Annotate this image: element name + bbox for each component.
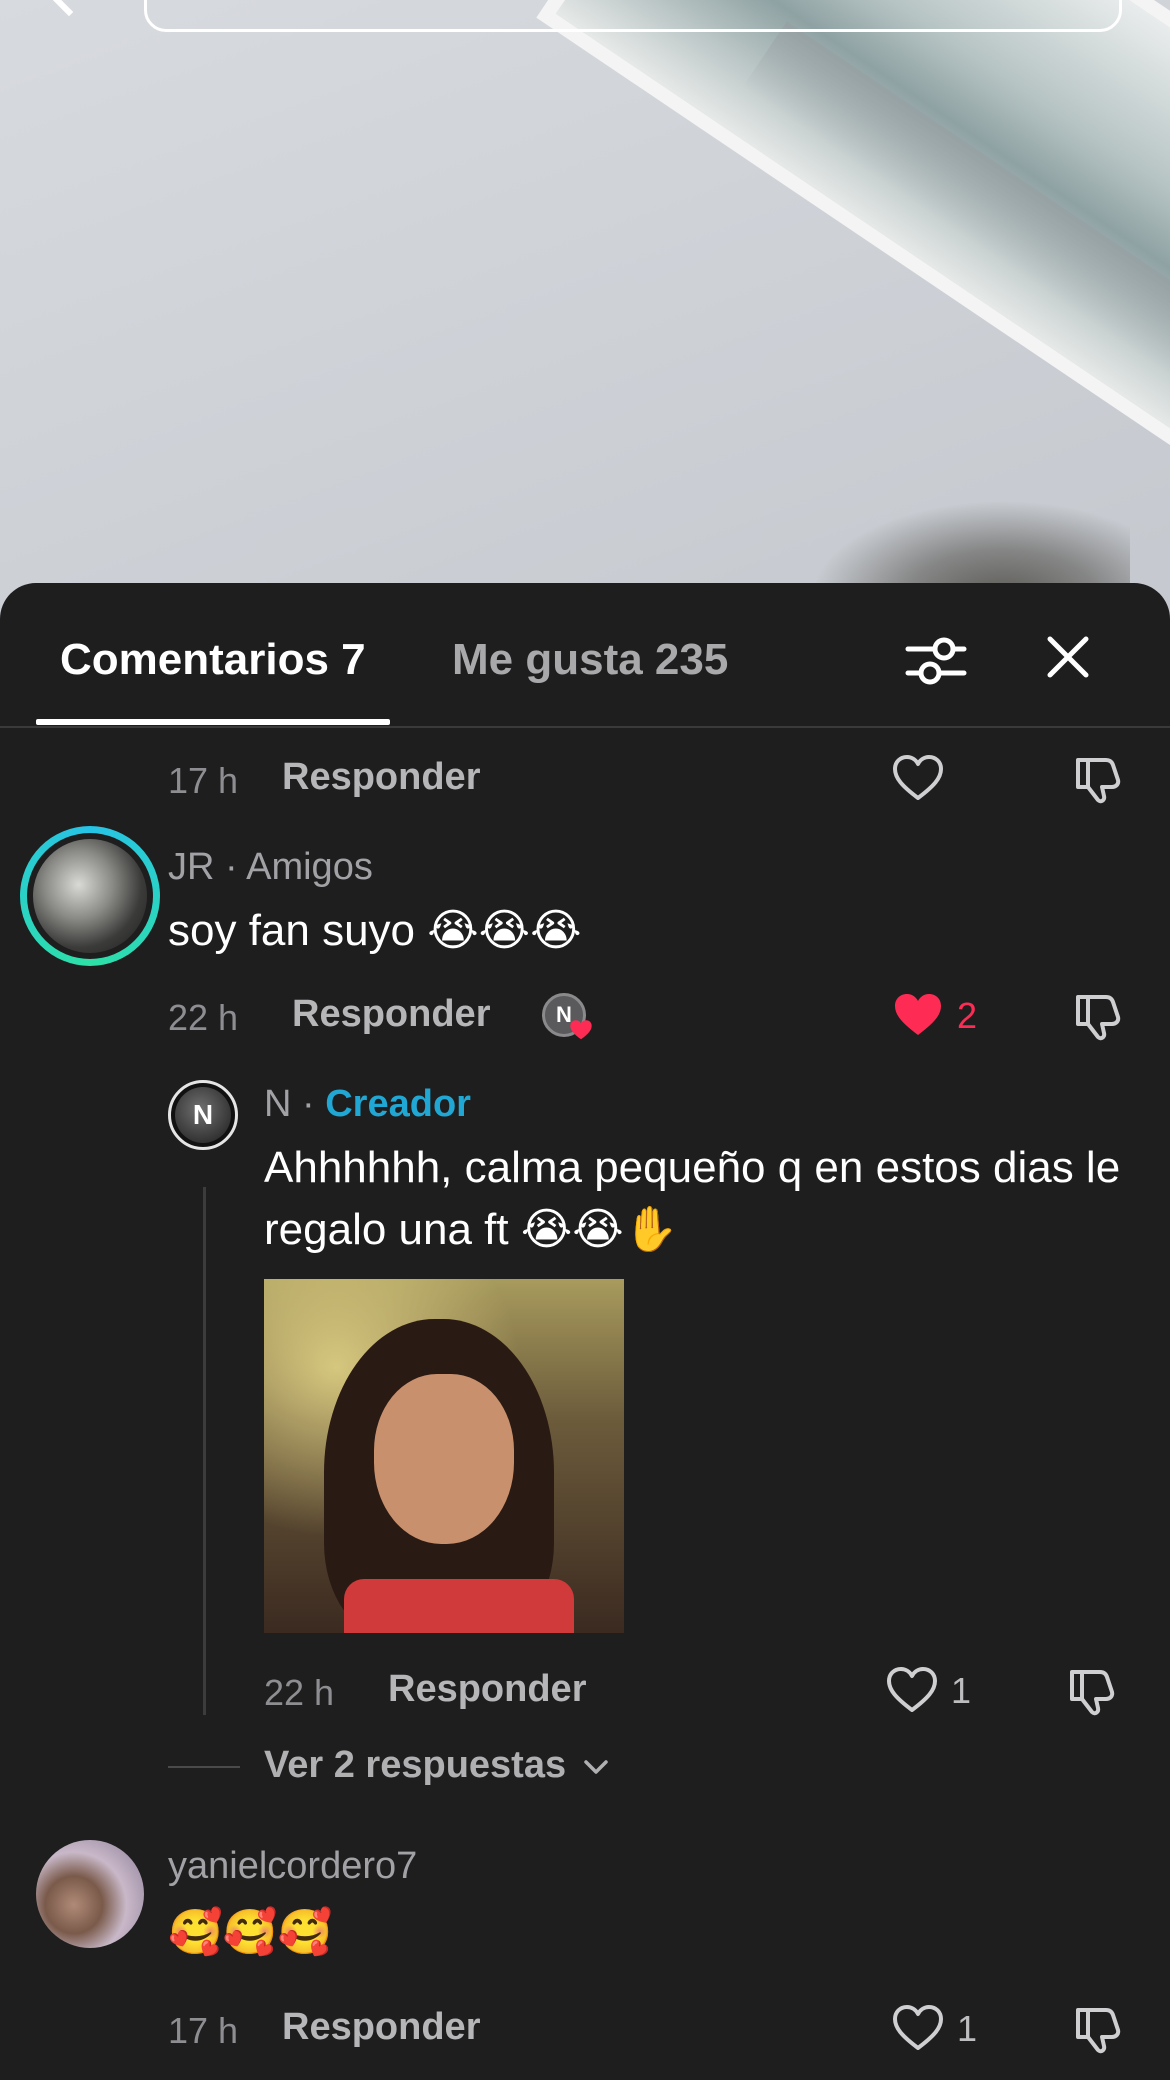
reply-image[interactable] <box>264 1279 624 1633</box>
tab-comments[interactable]: Comentarios 7 <box>60 635 366 685</box>
reply-button[interactable]: Responder <box>282 756 480 799</box>
heart-icon[interactable] <box>884 1662 940 1718</box>
reply-button[interactable]: Responder <box>388 1668 586 1711</box>
avatar-letter: N <box>175 1087 231 1143</box>
reply-button[interactable]: Responder <box>292 993 490 1036</box>
comment-time: 17 h <box>168 2010 239 2051</box>
thumbs-down-icon[interactable] <box>1070 750 1126 806</box>
tab-likes[interactable]: Me gusta 235 <box>452 635 728 685</box>
thumbs-down-icon[interactable] <box>1070 2000 1126 2056</box>
heart-icon[interactable] <box>890 2000 946 2056</box>
reply-button[interactable]: Responder <box>282 2006 480 2049</box>
thumbs-down-icon[interactable] <box>1070 987 1126 1043</box>
chevron-down-icon <box>583 1760 608 1774</box>
comment-text: soy fan suyo 😭😭😭 <box>168 906 582 955</box>
search-bar[interactable] <box>144 0 1122 32</box>
comment-time: 22 h <box>168 997 239 1038</box>
back-arrow-icon[interactable] <box>47 0 91 17</box>
username-separator: · <box>291 1083 326 1125</box>
heart-icon[interactable] <box>890 750 946 806</box>
heart-icon[interactable] <box>890 987 946 1043</box>
comment-text: 🥰🥰🥰 <box>168 1908 333 1957</box>
sliders-icon[interactable] <box>904 629 968 693</box>
like-count: 1 <box>951 1670 972 1711</box>
comment-username[interactable]: JR · Amigos <box>168 846 373 889</box>
view-more-replies-label: Ver 2 respuestas <box>264 1744 567 1786</box>
avatar <box>33 839 147 953</box>
like-count: 1 <box>957 2008 978 2049</box>
comment-username[interactable]: yanielcordero7 <box>168 1845 417 1888</box>
tab-active-indicator <box>36 719 390 725</box>
more-replies-line <box>168 1766 240 1768</box>
photo-face <box>374 1374 514 1544</box>
tab-bar: Comentarios 7 Me gusta 235 <box>0 583 1170 728</box>
view-more-replies-button[interactable]: Ver 2 respuestas <box>264 1744 609 1787</box>
avatar-friend-ring[interactable] <box>20 826 160 966</box>
photo-dress <box>344 1579 574 1633</box>
thumbs-down-icon[interactable] <box>1064 1662 1120 1718</box>
comment-meta-row: 17 h Responder 1 <box>0 2000 1170 2060</box>
avatar[interactable] <box>36 1840 144 1948</box>
reply-username-row: N · Creador <box>264 1083 471 1126</box>
avatar[interactable]: N <box>168 1080 238 1150</box>
comment-meta-row: 22 h Responder N 2 <box>0 987 1170 1047</box>
reply-username[interactable]: N <box>264 1083 291 1125</box>
tabs-divider <box>0 726 1170 728</box>
comment-meta-row: 17 h Responder <box>0 750 1170 810</box>
reply-text: Ahhhhhh, calma pequeño q en estos dias l… <box>264 1143 1121 1254</box>
thread-line <box>203 1187 206 1715</box>
close-icon[interactable] <box>1044 633 1092 681</box>
reply-time: 22 h <box>264 1672 335 1713</box>
video-background[interactable] <box>0 0 1170 620</box>
comment-time: 17 h <box>168 760 239 801</box>
small-heart-icon <box>570 1020 592 1040</box>
like-count: 2 <box>957 995 978 1036</box>
creator-label: Creador <box>325 1083 471 1125</box>
reply-meta-row: 22 h Responder 1 <box>0 1662 1170 1722</box>
